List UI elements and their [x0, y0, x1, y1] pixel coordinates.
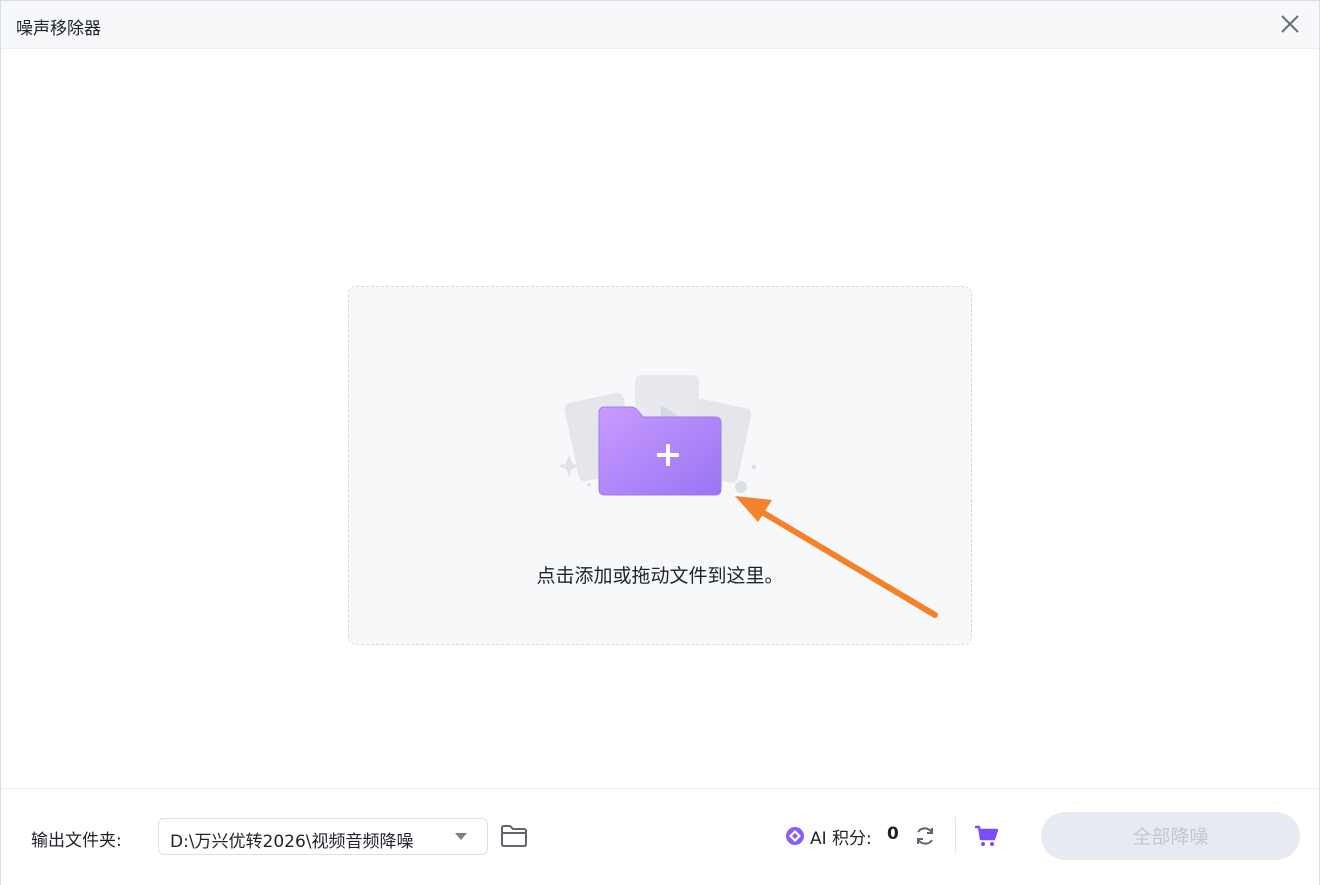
window-title: 噪声移除器 — [16, 19, 101, 39]
noise-remover-window: 噪声移除器 点击添加或拖动文件到这里。 输出文件夹: D:\万兴优转2026\视… — [0, 0, 1320, 885]
ai-points-value: 0 — [887, 824, 899, 844]
title-bar: 噪声移除器 — [1, 1, 1319, 49]
refresh-icon[interactable] — [913, 824, 937, 848]
output-path-value: D:\万兴优转2026\视频音频降噪 — [170, 832, 414, 852]
ai-points-label: AI 积分: — [810, 829, 872, 849]
close-icon[interactable] — [1275, 9, 1305, 39]
output-path-select[interactable]: D:\万兴优转2026\视频音频降噪 — [158, 818, 488, 855]
ai-credit-icon — [786, 827, 804, 845]
output-folder-label: 输出文件夹: — [31, 831, 122, 851]
open-folder-icon[interactable] — [499, 823, 529, 849]
denoise-all-button[interactable]: 全部降噪 — [1041, 812, 1300, 860]
add-folder-icon — [558, 375, 757, 496]
file-drop-zone[interactable]: 点击添加或拖动文件到这里。 — [348, 286, 972, 645]
footer-bar: 输出文件夹: D:\万兴优转2026\视频音频降噪 AI 积分: 0 全部降噪 — [1, 788, 1319, 885]
drop-zone-hint: 点击添加或拖动文件到这里。 — [536, 565, 784, 587]
footer-divider — [955, 817, 956, 853]
chevron-down-icon — [455, 833, 467, 840]
folder-icon — [598, 406, 722, 496]
cart-icon[interactable] — [973, 824, 999, 848]
